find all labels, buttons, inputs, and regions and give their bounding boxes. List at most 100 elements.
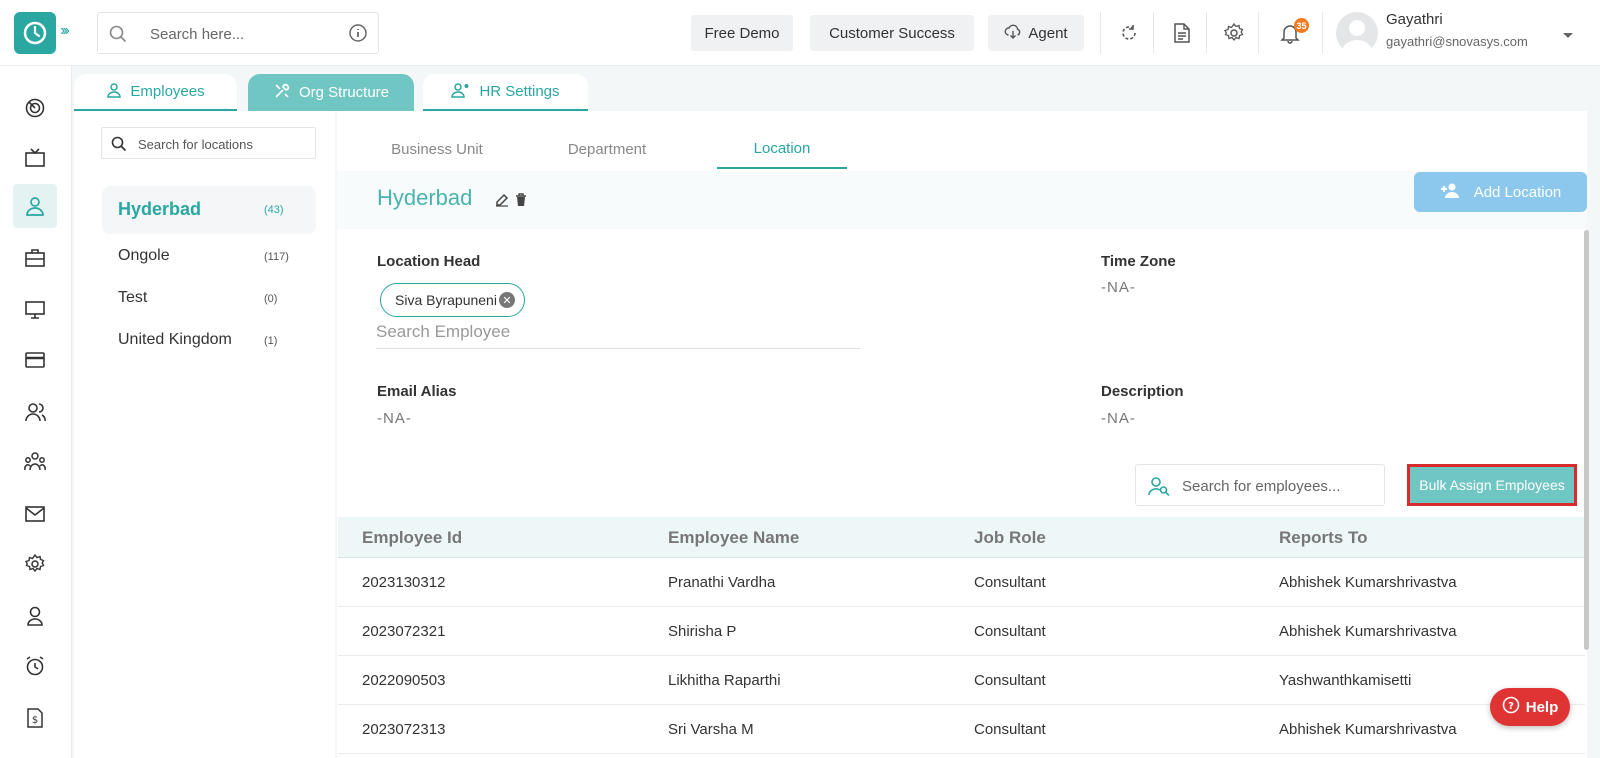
app-logo-icon[interactable] [14, 12, 56, 54]
location-search-input[interactable] [138, 134, 308, 154]
column-header[interactable]: Reports To [1279, 528, 1367, 548]
email-alias-value: -NA- [377, 410, 412, 427]
nav-briefcase-icon[interactable] [13, 236, 57, 280]
description-value: -NA- [1101, 410, 1136, 427]
nav-alarm-clock-icon[interactable] [13, 644, 57, 688]
user-email: gayathri@snovasys.com [1386, 34, 1528, 49]
table-row[interactable]: 2023130312 Pranathi Vardha Consultant Ab… [338, 558, 1585, 607]
location-list-panel: Hyderbad (43) Ongole (117) Test (0) Unit… [74, 111, 335, 758]
location-header: Hyderbad [337, 171, 1587, 229]
location-count: (0) [264, 293, 278, 305]
subtab-location[interactable]: Location [717, 129, 847, 169]
vertical-scrollbar[interactable] [1584, 230, 1589, 650]
table-cell: Abhishek Kumarshrivastva [1279, 721, 1457, 738]
table-cell: Yashwanthkamisetti [1279, 672, 1412, 689]
nav-profile-badge-icon[interactable] [13, 594, 57, 638]
search-employee-field[interactable] [376, 317, 860, 349]
location-count: (43) [264, 204, 284, 216]
cloud-download-icon [1004, 23, 1022, 43]
table-cell: Shirisha P [668, 623, 737, 640]
edit-icon[interactable] [495, 193, 509, 212]
description-label: Description [1101, 383, 1184, 400]
nav-mail-icon[interactable] [13, 492, 57, 536]
info-icon[interactable] [348, 23, 368, 48]
expand-menu-icon[interactable]: ››› [60, 22, 70, 40]
table-cell: Consultant [974, 623, 1046, 640]
add-location-button[interactable]: Add Location [1414, 172, 1587, 212]
tab-org-structure[interactable]: Org Structure [248, 74, 414, 111]
divider [1100, 12, 1101, 54]
location-item-ongole[interactable]: Ongole (117) [102, 233, 316, 281]
subtab-business-unit[interactable]: Business Unit [357, 129, 517, 169]
avatar[interactable] [1336, 12, 1378, 54]
location-item-hyderbad[interactable]: Hyderbad (43) [102, 186, 316, 234]
employee-filter-input[interactable] [1182, 475, 1372, 497]
question-circle-icon: ? [1502, 696, 1520, 718]
user-name: Gayathri [1386, 11, 1443, 28]
global-search-input[interactable] [150, 22, 330, 46]
left-navigation-rail: $ [0, 66, 72, 758]
column-header[interactable]: Job Role [974, 528, 1046, 548]
nav-dashboard-icon[interactable] [13, 86, 57, 130]
table-header: Employee Id Employee Name Job Role Repor… [338, 517, 1585, 558]
location-search[interactable] [101, 127, 316, 159]
table-cell: Consultant [974, 574, 1046, 591]
global-search[interactable] [97, 12, 379, 54]
table-cell: Abhishek Kumarshrivastva [1279, 623, 1457, 640]
location-item-united-kingdom[interactable]: United Kingdom (1) [102, 317, 316, 365]
location-name: Hyderbad [118, 199, 202, 219]
column-header[interactable]: Employee Id [362, 528, 462, 548]
search-employee-input[interactable] [376, 317, 860, 347]
help-button[interactable]: ? Help [1490, 688, 1570, 726]
nav-card-icon[interactable] [13, 338, 57, 382]
subtab-department[interactable]: Department [527, 129, 687, 169]
table-row[interactable]: 2023072321 Shirisha P Consultant Abhishe… [338, 607, 1585, 656]
table-cell: Likhitha Raparthi [668, 672, 781, 689]
location-head-label: Location Head [377, 253, 481, 270]
column-header[interactable]: Employee Name [668, 528, 799, 548]
employee-table: Employee Id Employee Name Job Role Repor… [338, 517, 1585, 754]
tab-employees-label: Employees [130, 83, 205, 100]
employee-filter-search[interactable] [1135, 464, 1385, 506]
table-cell: Consultant [974, 672, 1046, 689]
agent-button[interactable]: Agent [988, 15, 1084, 51]
table-cell: Consultant [974, 721, 1046, 738]
person-icon [106, 82, 122, 102]
remove-chip-icon[interactable]: ✕ [499, 292, 515, 308]
user-settings-icon [451, 82, 471, 102]
notification-badge: 35 [1294, 18, 1309, 33]
nav-team-icon[interactable] [13, 440, 57, 484]
add-location-label: Add Location [1473, 183, 1562, 201]
delete-trash-icon[interactable] [515, 193, 527, 212]
tab-hr-settings[interactable]: HR Settings [423, 74, 588, 111]
customer-success-button[interactable]: Customer Success [810, 15, 974, 51]
nav-tv-icon[interactable] [13, 136, 57, 180]
location-name: Ongole [118, 247, 170, 264]
nav-users-icon[interactable] [13, 390, 57, 434]
table-row[interactable]: 2023072313 Sri Varsha M Consultant Abhis… [338, 705, 1585, 754]
svg-text:$: $ [32, 715, 38, 726]
location-item-test[interactable]: Test (0) [102, 275, 316, 323]
table-row[interactable]: 2022090503 Likhitha Raparthi Consultant … [338, 656, 1585, 705]
help-label: Help [1525, 698, 1559, 716]
user-search-icon [1148, 476, 1170, 501]
table-cell: 2023072321 [362, 623, 446, 640]
nav-settings-icon[interactable] [13, 542, 57, 586]
nav-employee-icon[interactable] [13, 184, 57, 228]
add-user-icon [1440, 182, 1460, 202]
settings-gear-icon[interactable] [1221, 20, 1247, 46]
chevron-down-icon[interactable] [1562, 27, 1574, 45]
tools-icon [273, 82, 291, 104]
search-icon [111, 136, 127, 157]
tab-employees[interactable]: Employees [74, 74, 237, 111]
document-icon[interactable] [1169, 20, 1195, 46]
svg-text:?: ? [1508, 701, 1514, 712]
free-demo-button[interactable]: Free Demo [691, 15, 793, 51]
nav-monitor-icon[interactable] [13, 288, 57, 332]
bulk-assign-employees-button[interactable]: Bulk Assign Employees [1407, 464, 1577, 506]
nav-invoice-icon[interactable]: $ [13, 696, 57, 740]
refresh-icon[interactable] [1116, 20, 1142, 46]
location-head-chip[interactable]: Siva Byrapuneni ✕ [380, 283, 525, 317]
page-title: Hyderbad [377, 185, 473, 210]
table-cell: Sri Varsha M [668, 721, 754, 738]
